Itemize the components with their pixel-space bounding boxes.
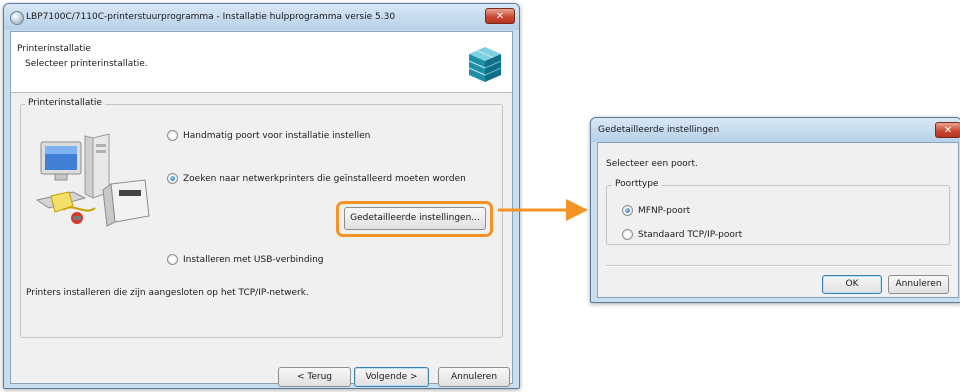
radio-button[interactable] xyxy=(167,254,178,265)
group-label: Printerinstallatie xyxy=(25,98,105,108)
computer-printer-illustration xyxy=(35,133,150,227)
radio-button[interactable] xyxy=(622,229,633,240)
next-button[interactable]: Volgende > xyxy=(354,367,429,387)
description-text: Printers installeren die zijn aangeslote… xyxy=(26,288,309,298)
window-client-area: Printerinstallatie Selecteer printerinst… xyxy=(10,31,513,387)
detailed-settings-dialog: Gedetailleerde instellingen ✕ Selecteer … xyxy=(590,117,960,303)
dialog-close-button[interactable]: ✕ xyxy=(935,122,960,138)
header-subtitle: Selecteer printerinstallatie. xyxy=(25,59,148,69)
radio-label: Handmatig poort voor installatie instell… xyxy=(183,130,371,141)
window-title: LBP7100C/7110C-printerstuurprogramma - I… xyxy=(26,12,396,22)
installer-window: LBP7100C/7110C-printerstuurprogramma - I… xyxy=(3,3,520,389)
radio-label: Standaard TCP/IP-poort xyxy=(638,229,743,240)
back-button[interactable]: < Terug xyxy=(278,367,351,387)
wizard-header: Printerinstallatie Selecteer printerinst… xyxy=(11,32,512,93)
radio-label: MFNP-poort xyxy=(638,205,691,216)
separator xyxy=(606,265,952,267)
radio-button-checked[interactable] xyxy=(622,205,633,216)
title-bar[interactable]: LBP7100C/7110C-printerstuurprogramma - I… xyxy=(4,4,519,30)
port-type-label: Poorttype xyxy=(612,179,662,189)
radio-button[interactable] xyxy=(167,130,178,141)
radio-label: Zoeken naar netwerkprinters die geïnstal… xyxy=(183,173,466,184)
radio-button-checked[interactable] xyxy=(167,173,178,184)
dialog-title: Gedetailleerde instellingen xyxy=(598,125,720,135)
dialog-title-bar[interactable]: Gedetailleerde instellingen ✕ xyxy=(591,118,960,142)
detailed-settings-button[interactable]: Gedetailleerde instellingen... xyxy=(344,207,486,230)
radio-label: Installeren met USB-verbinding xyxy=(183,254,324,265)
installer-app-icon xyxy=(10,11,24,25)
radio-usb-install[interactable]: Installeren met USB-verbinding xyxy=(167,254,324,265)
dialog-client-area: Selecteer een poort. Poorttype MFNP-poor… xyxy=(597,142,959,298)
cancel-button[interactable]: Annuleren xyxy=(438,367,510,387)
arrow-right-icon xyxy=(498,199,588,221)
radio-standard-tcpip-port[interactable]: Standaard TCP/IP-poort xyxy=(622,229,742,240)
dialog-instruction: Selecteer een poort. xyxy=(606,159,698,169)
dialog-cancel-button[interactable]: Annuleren xyxy=(888,275,949,294)
header-title: Printerinstallatie xyxy=(17,44,91,54)
ok-button[interactable]: OK xyxy=(822,275,882,294)
radio-search-network[interactable]: Zoeken naar netwerkprinters die geïnstal… xyxy=(167,173,466,184)
radio-manual-port[interactable]: Handmatig poort voor installatie instell… xyxy=(167,130,370,141)
radio-mfnp-port[interactable]: MFNP-poort xyxy=(622,205,690,216)
printer-cube-icon xyxy=(468,47,502,82)
close-button[interactable]: ✕ xyxy=(485,8,515,24)
